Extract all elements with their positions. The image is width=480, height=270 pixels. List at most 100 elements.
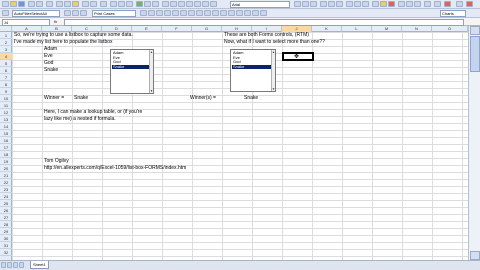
prev-sheet-icon[interactable] bbox=[7, 262, 12, 268]
fx-icon[interactable]: fx bbox=[54, 18, 57, 26]
show-all-icon[interactable] bbox=[80, 10, 87, 16]
undo-icon[interactable] bbox=[82, 1, 89, 7]
row-header[interactable]: 32 bbox=[0, 249, 12, 256]
help-icon[interactable] bbox=[162, 1, 169, 7]
vertical-scrollbar[interactable] bbox=[468, 26, 480, 260]
cut-icon[interactable] bbox=[56, 1, 63, 7]
merge-icon[interactable] bbox=[186, 1, 193, 7]
charts-button[interactable]: Charts bbox=[440, 10, 466, 17]
listbox-item-selected[interactable]: Snake bbox=[112, 64, 150, 69]
last-sheet-icon[interactable] bbox=[19, 262, 24, 268]
row-header[interactable]: 11 bbox=[0, 102, 12, 109]
security-icon[interactable] bbox=[414, 1, 421, 7]
scroll-up-icon[interactable]: ▲ bbox=[272, 50, 275, 54]
controls-icon[interactable] bbox=[434, 1, 441, 7]
row-header[interactable]: 12 bbox=[0, 109, 12, 116]
print-icon[interactable] bbox=[28, 1, 35, 7]
groupbox-icon[interactable] bbox=[212, 10, 219, 16]
view-code-icon[interactable] bbox=[244, 10, 251, 16]
format-painter-icon[interactable] bbox=[170, 1, 177, 7]
scroll-thumb[interactable] bbox=[470, 36, 480, 72]
row-header[interactable]: 21 bbox=[0, 172, 12, 179]
zoom-icon[interactable] bbox=[152, 1, 159, 7]
decimal-icon[interactable] bbox=[210, 1, 217, 7]
name-box[interactable]: J4 bbox=[2, 18, 50, 26]
run-dialog-icon[interactable] bbox=[260, 10, 267, 16]
label-icon[interactable] bbox=[204, 10, 211, 16]
row-header[interactable]: 18 bbox=[0, 151, 12, 158]
filter-icon[interactable] bbox=[72, 10, 79, 16]
bold-icon[interactable] bbox=[294, 1, 301, 7]
row-header[interactable]: 28 bbox=[0, 221, 12, 228]
sort-ascending-icon[interactable] bbox=[118, 1, 125, 7]
properties-icon[interactable] bbox=[236, 10, 243, 16]
scroll-down-icon[interactable] bbox=[470, 251, 480, 260]
align-center-icon[interactable] bbox=[328, 1, 335, 7]
row-header[interactable]: 2 bbox=[0, 39, 12, 46]
row-header[interactable]: 26 bbox=[0, 207, 12, 214]
formula-input[interactable] bbox=[64, 18, 464, 26]
minimize-icon[interactable] bbox=[456, 1, 463, 7]
underline-icon[interactable] bbox=[310, 1, 317, 7]
align-left-icon[interactable] bbox=[320, 1, 327, 7]
listbox-scrollbar[interactable]: ▲ ▼ bbox=[271, 50, 275, 91]
button-icon[interactable] bbox=[220, 10, 227, 16]
indent-icon[interactable] bbox=[354, 1, 361, 7]
row-header[interactable]: 20 bbox=[0, 165, 12, 172]
row-header[interactable]: 8 bbox=[0, 81, 12, 88]
font-color-icon[interactable] bbox=[388, 1, 395, 7]
spinner-icon[interactable] bbox=[196, 10, 203, 16]
macro-icon[interactable] bbox=[406, 1, 413, 7]
row-header[interactable]: 13 bbox=[0, 116, 12, 123]
outdent-icon[interactable] bbox=[362, 1, 369, 7]
spelling-icon[interactable] bbox=[46, 1, 53, 7]
scroll-up-icon[interactable] bbox=[470, 26, 480, 35]
listbox-scrollbar[interactable]: ▲ ▼ bbox=[149, 50, 153, 93]
scroll-down-icon[interactable]: ▼ bbox=[150, 89, 153, 93]
row-header[interactable]: 30 bbox=[0, 235, 12, 242]
row-header[interactable]: 7 bbox=[0, 74, 12, 81]
save-icon[interactable] bbox=[18, 1, 25, 7]
worksheet-grid[interactable]: So, we're trying to use a listbox to cap… bbox=[12, 32, 468, 260]
align-right-icon[interactable] bbox=[336, 1, 343, 7]
chart-wizard-icon[interactable] bbox=[136, 1, 143, 7]
row-header[interactable]: 23 bbox=[0, 186, 12, 193]
row-header[interactable]: 3 bbox=[0, 46, 12, 53]
new-file-icon[interactable] bbox=[2, 1, 9, 7]
listbox-icon[interactable] bbox=[172, 10, 179, 16]
listbox-single-select[interactable]: Adam Eve God Snake ▲ ▼ bbox=[110, 49, 154, 94]
next-sheet-icon[interactable] bbox=[13, 262, 18, 268]
refresh-icon[interactable] bbox=[64, 10, 71, 16]
italic-icon[interactable] bbox=[302, 1, 309, 7]
sort-descending-icon[interactable] bbox=[126, 1, 133, 7]
listbox-item-selected[interactable]: Snake bbox=[232, 64, 272, 69]
border-style-icon[interactable] bbox=[372, 1, 379, 7]
row-header[interactable]: 6 bbox=[0, 67, 12, 74]
fill-color-icon[interactable] bbox=[380, 1, 387, 7]
row-header[interactable]: 5 bbox=[0, 60, 12, 67]
autofilter-select-all-button[interactable]: AutoFilterSelectAll bbox=[12, 10, 60, 17]
row-header[interactable]: 1 bbox=[0, 32, 12, 39]
redo-icon[interactable] bbox=[90, 1, 97, 7]
row-header[interactable]: 9 bbox=[0, 88, 12, 95]
currency-icon[interactable] bbox=[346, 1, 353, 7]
row-header[interactable]: 15 bbox=[0, 130, 12, 137]
edit-box-icon[interactable] bbox=[228, 10, 235, 16]
open-folder-icon[interactable] bbox=[10, 1, 17, 7]
row-header[interactable]: 14 bbox=[0, 123, 12, 130]
borders-icon[interactable] bbox=[178, 1, 185, 7]
form-icon[interactable] bbox=[140, 10, 147, 16]
listbox-multi-select[interactable]: Adam Eve God Snake ▲ ▼ bbox=[230, 49, 276, 92]
print-cases-button[interactable]: Print Cases bbox=[92, 10, 136, 17]
row-header[interactable]: 22 bbox=[0, 179, 12, 186]
close-icon[interactable] bbox=[466, 1, 473, 7]
paste-icon[interactable] bbox=[72, 1, 79, 7]
toolbar-options-icon[interactable] bbox=[398, 1, 405, 7]
font-name-combo[interactable]: Arial bbox=[230, 1, 290, 8]
percent-icon[interactable] bbox=[194, 1, 201, 7]
hyperlink-icon[interactable] bbox=[100, 1, 107, 7]
toggle-grid-icon[interactable] bbox=[252, 10, 259, 16]
combobox-icon[interactable] bbox=[180, 10, 187, 16]
drawing-icon[interactable] bbox=[144, 1, 151, 7]
pivot-icon[interactable] bbox=[424, 1, 431, 7]
